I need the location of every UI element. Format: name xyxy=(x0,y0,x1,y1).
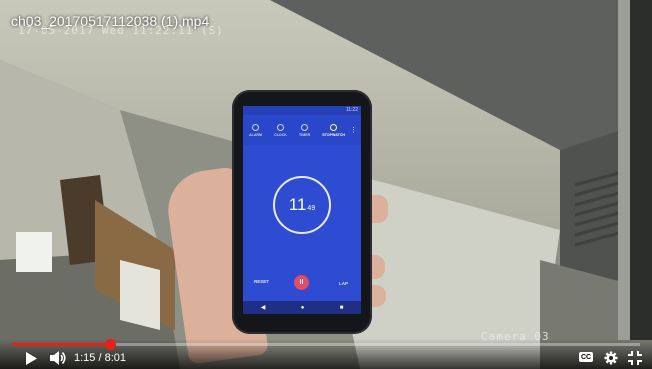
lap-button[interactable]: LAP xyxy=(339,281,348,286)
status-bar: 11:22 xyxy=(243,106,361,115)
phone: 11:22 ALARM CLOCK TIMER STOPWATCH ⋮ 11 4… xyxy=(232,90,372,334)
clock-tabs: ALARM CLOCK TIMER STOPWATCH xyxy=(243,115,361,145)
clock-icon xyxy=(277,123,285,131)
scrubber-handle[interactable] xyxy=(104,339,116,350)
home-icon[interactable]: ● xyxy=(301,305,305,311)
stopwatch-seconds: 11 xyxy=(288,195,307,214)
play-button[interactable] xyxy=(22,350,40,366)
pause-icon: II xyxy=(299,279,304,286)
recents-icon[interactable]: ■ xyxy=(340,305,344,311)
volume-button[interactable] xyxy=(48,350,68,366)
timestamp-overlay: 17-05-2017 Wed 11:22:11 (S) xyxy=(18,24,224,37)
captions-button[interactable]: CC xyxy=(579,352,593,362)
progress-bar[interactable] xyxy=(12,339,640,350)
tab-label: ALARM xyxy=(249,132,263,137)
fullscreen-button[interactable] xyxy=(627,350,643,366)
captions-icon: CC xyxy=(580,353,592,361)
gear-icon xyxy=(604,351,618,365)
tab-label: CLOCK xyxy=(274,132,287,137)
timer-icon xyxy=(301,123,309,131)
fullscreen-icon xyxy=(628,351,642,365)
stopwatch-hundredths: 49 xyxy=(307,204,316,212)
settings-button[interactable] xyxy=(603,350,619,366)
tab-label: STOPWATCH xyxy=(322,132,345,137)
back-icon[interactable]: ◀ xyxy=(261,304,266,311)
play-icon xyxy=(26,351,37,365)
video-player[interactable]: 11:22 ALARM CLOCK TIMER STOPWATCH ⋮ 11 4… xyxy=(0,0,652,369)
tab-label: TIMER xyxy=(299,132,311,137)
stopwatch-icon xyxy=(330,123,338,131)
tab-alarm[interactable]: ALARM xyxy=(249,123,263,137)
tab-stopwatch[interactable]: STOPWATCH xyxy=(322,123,345,137)
pause-button[interactable]: II xyxy=(294,275,309,290)
reset-button[interactable]: RESET xyxy=(254,279,269,284)
android-nav-bar: ◀ ● ■ xyxy=(243,301,361,314)
phone-screen: 11:22 ALARM CLOCK TIMER STOPWATCH ⋮ 11 4… xyxy=(243,106,361,314)
volume-icon xyxy=(49,351,66,365)
stopwatch-readout: 11 49 xyxy=(273,176,331,234)
tab-timer[interactable]: TIMER xyxy=(299,123,311,137)
more-options-icon[interactable]: ⋮ xyxy=(350,126,357,134)
status-time: 11:22 xyxy=(345,107,358,113)
time-display: 1:15 / 8:01 xyxy=(74,352,126,364)
tab-clock[interactable]: CLOCK xyxy=(274,123,287,137)
alarm-icon xyxy=(252,123,260,131)
progress-fill xyxy=(12,343,110,346)
